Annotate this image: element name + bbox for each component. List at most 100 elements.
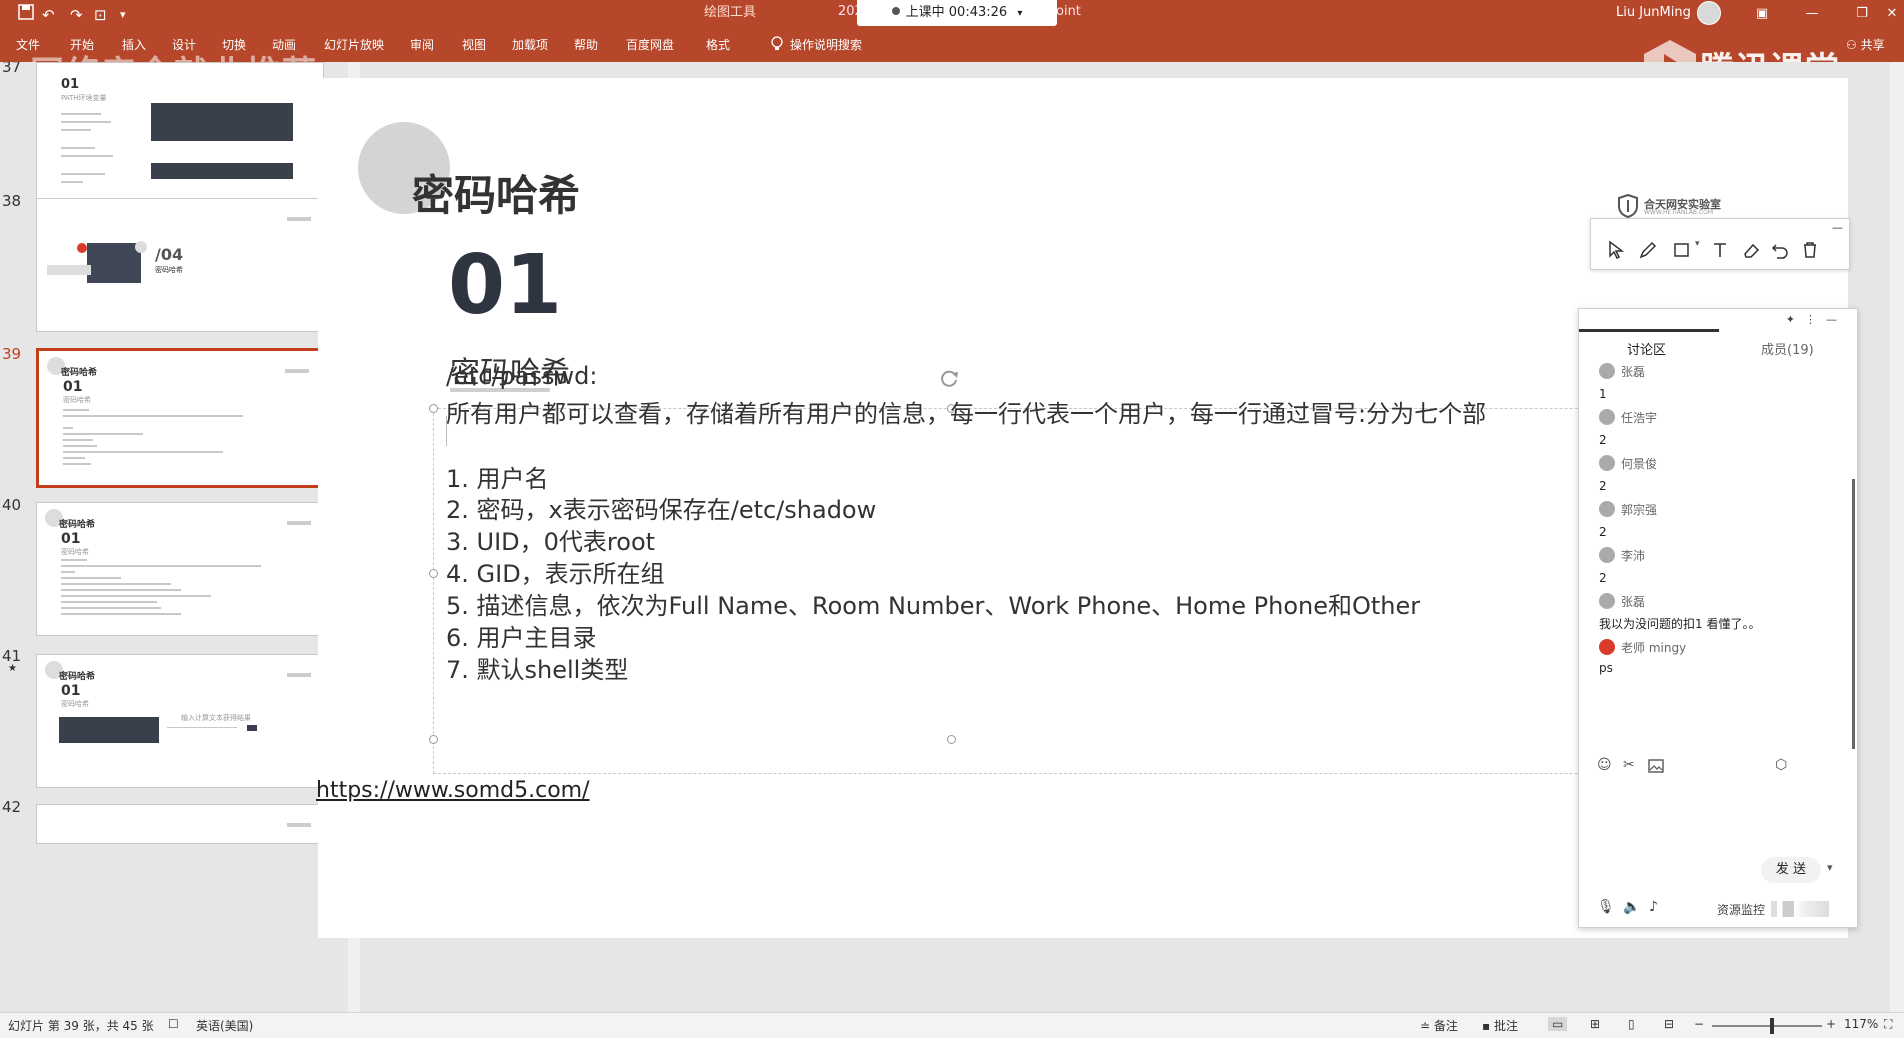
thumb-big-number: 01 xyxy=(61,531,81,547)
avatar[interactable] xyxy=(1697,1,1721,25)
slide-thumb-40[interactable]: 密码哈希 01 密码哈希 xyxy=(36,502,324,636)
thumb-title: 密码哈希 xyxy=(61,368,98,378)
tab-review[interactable]: 审阅 xyxy=(410,34,434,56)
slideshow-icon[interactable]: ⊟ xyxy=(1664,1017,1674,1031)
zoom-level[interactable]: 117% xyxy=(1844,1017,1878,1031)
tab-discussion[interactable]: 讨论区 xyxy=(1627,339,1666,358)
eraser-icon[interactable] xyxy=(1741,239,1763,261)
comments-button[interactable]: ▪ 批注 xyxy=(1482,1017,1518,1034)
body-line-item-6[interactable]: 6. 用户主目录 xyxy=(446,618,597,653)
tab-baidu-netdisk[interactable]: 百度网盘 xyxy=(626,34,674,56)
tab-members[interactable]: 成员(19) xyxy=(1761,339,1814,358)
slide-thumb-39[interactable]: 密码哈希 01 密码哈希 xyxy=(36,348,324,488)
zoom-slider-thumb[interactable] xyxy=(1770,1018,1774,1034)
active-tab-indicator xyxy=(1579,329,1719,332)
save-icon[interactable] xyxy=(18,4,34,26)
chat-message: 2 xyxy=(1599,433,1607,447)
slide-thumb-42[interactable] xyxy=(36,804,324,844)
mute-icon[interactable]: ♪ xyxy=(1649,899,1667,917)
thumb-big-number: 01 xyxy=(61,683,81,699)
thumb-subtitle: 密码哈希 xyxy=(63,396,91,404)
emoji-icon[interactable]: ☺ xyxy=(1597,757,1615,775)
trash-icon[interactable] xyxy=(1799,239,1821,261)
reading-view-icon[interactable]: ▯ xyxy=(1628,1017,1635,1031)
microphone-icon[interactable]: 🎙 xyxy=(1597,899,1615,917)
image-icon[interactable] xyxy=(1647,757,1665,775)
tab-format[interactable]: 格式 xyxy=(706,34,730,56)
start-presentation-icon[interactable]: ⊡ xyxy=(94,4,107,26)
normal-view-icon[interactable]: ▭ xyxy=(1548,1017,1568,1031)
zoom-out-icon[interactable]: − xyxy=(1694,1017,1704,1031)
scissors-icon[interactable]: ✂ xyxy=(1623,757,1641,775)
thumb-text-line xyxy=(61,155,113,157)
slide-thumb-41[interactable]: 密码哈希 01 密码哈希 输入计算文本获得结果 xyxy=(36,654,324,788)
zoom-slider[interactable] xyxy=(1712,1025,1822,1027)
body-line-item-2[interactable]: 2. 密码，x表示密码保存在/etc/shadow xyxy=(446,490,876,525)
panel-window-controls[interactable]: ✦⋮— xyxy=(1786,313,1847,326)
thumb-text-line xyxy=(61,129,91,131)
avatar xyxy=(1599,455,1615,471)
logo-url: WWW.HETIANLAB.COM xyxy=(1644,209,1714,216)
resize-handle[interactable] xyxy=(429,404,438,413)
minimize-icon[interactable]: — xyxy=(1832,221,1843,234)
tab-addins[interactable]: 加载项 xyxy=(512,34,548,56)
notes-url-link[interactable]: https://www.somd5.com/ xyxy=(316,778,590,803)
thumb-number: 38 xyxy=(2,192,22,210)
resize-handle[interactable] xyxy=(947,735,956,744)
text-tool-icon[interactable] xyxy=(1709,239,1731,261)
resize-handle[interactable] xyxy=(429,735,438,744)
shield-icon xyxy=(1618,194,1638,218)
thumb-text-line xyxy=(63,451,223,453)
chevron-down-icon[interactable]: ▾ xyxy=(1827,861,1833,874)
settings-icon[interactable]: ⬡ xyxy=(1775,757,1793,775)
live-class-timer[interactable]: 上课中 00:43:26 ▾ xyxy=(857,0,1057,26)
body-line-item-4[interactable]: 4. GID，表示所在组 xyxy=(446,554,665,589)
thumb-text-line xyxy=(61,173,105,175)
body-line-item-1[interactable]: 1. 用户名 xyxy=(446,459,549,494)
tab-slideshow[interactable]: 幻灯片放映 xyxy=(324,34,384,56)
notes-label: 备注 xyxy=(1433,1019,1458,1033)
undo-icon[interactable]: ↶ xyxy=(42,4,55,26)
speaker-icon[interactable]: 🔈 xyxy=(1623,899,1641,917)
slide-sorter-icon[interactable]: ⊞ xyxy=(1590,1017,1600,1031)
fit-to-window-icon[interactable]: ⛶ xyxy=(1884,1017,1892,1032)
pen-icon[interactable] xyxy=(1637,239,1659,261)
rotate-handle-icon[interactable] xyxy=(938,368,960,390)
body-line-item-3[interactable]: 3. UID，0代表root xyxy=(446,522,655,557)
minimize-icon[interactable]: — xyxy=(1792,2,1832,26)
rectangle-icon[interactable] xyxy=(1671,239,1693,261)
language-indicator[interactable]: 英语(美国) xyxy=(196,1017,253,1034)
thumb-text-line xyxy=(63,457,85,459)
zoom-in-icon[interactable]: + xyxy=(1826,1017,1836,1031)
ribbon-display-icon[interactable]: ▣ xyxy=(1742,2,1782,26)
select-pointer-icon[interactable] xyxy=(1605,239,1627,261)
thumb-big-number: 01 xyxy=(63,379,83,395)
body-line-item-7[interactable]: 7. 默认shell类型 xyxy=(446,650,628,685)
resize-handle[interactable] xyxy=(429,569,438,578)
resource-monitor-label[interactable]: 资源监控 xyxy=(1717,901,1765,918)
user-name[interactable]: Liu JunMing xyxy=(1616,5,1691,20)
customize-qat-icon[interactable]: ▾ xyxy=(120,4,126,26)
undo-icon[interactable] xyxy=(1769,239,1791,261)
slide-vertical-scrollbar[interactable] xyxy=(1890,62,1904,1012)
text-cursor xyxy=(446,416,447,446)
redo-icon[interactable]: ↷ xyxy=(70,4,83,26)
body-line-description[interactable]: 所有用户都可以查看，存储着所有用户的信息，每一行代表一个用户，每一行通过冒号:分… xyxy=(446,394,1486,429)
close-icon[interactable]: ✕ xyxy=(1872,2,1904,26)
chat-scrollbar[interactable] xyxy=(1852,479,1855,749)
notes-button[interactable]: ≐ 备注 xyxy=(1420,1017,1458,1034)
spellcheck-icon[interactable]: ☐ xyxy=(168,1017,179,1031)
tell-me-search[interactable]: 操作说明搜索 xyxy=(790,34,862,56)
chat-username: 何景俊 xyxy=(1621,457,1658,471)
body-line-heading[interactable]: /etc/passwd: xyxy=(446,362,597,390)
section-number[interactable]: 01 xyxy=(448,238,562,333)
slide-title[interactable]: 密码哈希 xyxy=(412,162,580,223)
tab-view[interactable]: 视图 xyxy=(462,34,486,56)
send-button[interactable]: 发 送 xyxy=(1761,857,1821,883)
slide-thumb-37[interactable]: 01 PATH环境变量 xyxy=(36,62,324,220)
tab-help[interactable]: 帮助 xyxy=(574,34,598,56)
body-line-item-5[interactable]: 5. 描述信息，依次为Full Name、Room Number、Work Ph… xyxy=(446,586,1420,621)
slide-thumb-38[interactable]: /04 密码哈希 xyxy=(36,198,324,332)
avatar xyxy=(1599,547,1615,563)
drawing-tools-context-tab[interactable]: 绘图工具 xyxy=(690,0,770,26)
